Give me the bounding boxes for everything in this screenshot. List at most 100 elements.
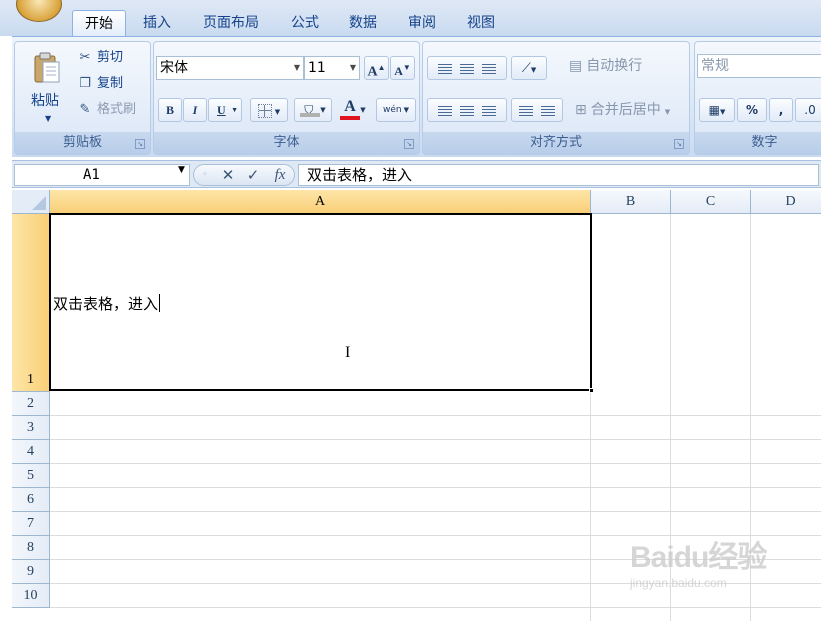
copy-button[interactable]: ❐ 复制 bbox=[77, 74, 123, 94]
clipboard-group: 粘贴 ▼ ✂ 剪切 ❐ 复制 ✎ 格式刷 剪贴板 ↘ bbox=[14, 41, 151, 155]
format-painter-label: 格式刷 bbox=[97, 102, 137, 117]
align-left-icon[interactable] bbox=[438, 105, 452, 116]
tab-data[interactable]: 数据 bbox=[338, 10, 388, 36]
row-header-3[interactable]: 3 bbox=[12, 416, 50, 440]
merge-center-button[interactable]: ⊞ 合并后居中 ▼ bbox=[575, 98, 670, 122]
expand-handle-icon[interactable]: ◦ bbox=[198, 165, 212, 185]
wrap-text-button[interactable]: ▤ 自动换行 bbox=[569, 54, 642, 78]
name-box[interactable]: A1 bbox=[14, 164, 190, 186]
underline-icon: U bbox=[217, 103, 226, 117]
increase-indent-icon[interactable] bbox=[541, 105, 555, 116]
scissors-icon: ✂ bbox=[79, 50, 91, 65]
name-box-dropdown-icon[interactable]: ▼ bbox=[178, 165, 185, 175]
clipboard-dialog-launcher-icon[interactable]: ↘ bbox=[135, 139, 145, 149]
cell-a1-content: 双击表格，进入 bbox=[53, 293, 161, 314]
italic-button[interactable]: I bbox=[183, 98, 207, 122]
formula-input[interactable]: 双击表格，进入 bbox=[298, 164, 819, 186]
row-header-4[interactable]: 4 bbox=[12, 440, 50, 464]
merge-center-label: 合并后居中 bbox=[590, 102, 661, 118]
accounting-format-button[interactable]: ▦▼ bbox=[699, 98, 735, 122]
format-painter-button[interactable]: ✎ 格式刷 bbox=[77, 100, 136, 120]
tab-view[interactable]: 视图 bbox=[456, 10, 506, 36]
paste-button[interactable]: 粘贴 bbox=[31, 90, 59, 110]
chevron-down-icon[interactable]: ▼ bbox=[350, 57, 356, 79]
number-format-combo[interactable]: 常规 bbox=[697, 54, 821, 78]
percent-style-button[interactable]: % bbox=[737, 98, 767, 122]
chevron-down-icon[interactable]: ▼ bbox=[665, 108, 670, 116]
chevron-down-icon[interactable]: ▼ bbox=[531, 66, 536, 74]
column-header-c[interactable]: C bbox=[671, 190, 751, 214]
tab-formulas[interactable]: 公式 bbox=[280, 10, 330, 36]
insert-function-button[interactable]: fx bbox=[268, 165, 292, 185]
font-name-value: 宋体 bbox=[160, 60, 188, 76]
watermark-url: jingyan.baidu.com bbox=[630, 576, 727, 590]
chevron-down-icon[interactable]: ▼ bbox=[720, 108, 725, 116]
gridline bbox=[50, 511, 821, 512]
row-header-1[interactable]: 1 bbox=[12, 214, 50, 392]
tab-page-layout[interactable]: 页面布局 bbox=[190, 10, 272, 36]
row-header-7[interactable]: 7 bbox=[12, 512, 50, 536]
font-name-combo[interactable]: 宋体 ▼ bbox=[156, 56, 304, 80]
phonetic-icon: wén bbox=[383, 105, 402, 115]
align-bottom-icon[interactable] bbox=[482, 63, 496, 74]
row-header-8[interactable]: 8 bbox=[12, 536, 50, 560]
cut-button[interactable]: ✂ 剪切 bbox=[77, 48, 123, 68]
baidu-jingyan-watermark: Baidu经验 jingyan.baidu.com bbox=[630, 532, 767, 590]
ribbon-tab-bar: 开始 插入 页面布局 公式 数据 审阅 视图 bbox=[0, 0, 821, 36]
row-header-6[interactable]: 6 bbox=[12, 488, 50, 512]
alignment-dialog-launcher-icon[interactable]: ↘ bbox=[674, 139, 684, 149]
comma-style-button[interactable]: , bbox=[769, 98, 793, 122]
text-caret bbox=[159, 294, 161, 312]
align-center-icon[interactable] bbox=[460, 105, 474, 116]
chevron-down-icon[interactable]: ▼ bbox=[294, 57, 300, 79]
row-header-2[interactable]: 2 bbox=[12, 392, 50, 416]
chevron-down-icon[interactable]: ▼ bbox=[231, 99, 238, 121]
font-size-combo[interactable]: 11 ▼ bbox=[304, 56, 360, 80]
orientation-icon: ⟋ bbox=[521, 61, 531, 76]
grow-font-button[interactable]: A▲ bbox=[364, 56, 389, 80]
underline-button[interactable]: U ▼ bbox=[208, 98, 242, 122]
office-button[interactable] bbox=[16, 0, 62, 22]
fill-handle[interactable] bbox=[589, 388, 594, 393]
row-header-9[interactable]: 9 bbox=[12, 560, 50, 584]
chevron-down-icon[interactable]: ▼ bbox=[275, 108, 280, 116]
cancel-button[interactable]: ✕ bbox=[218, 165, 238, 185]
chevron-down-icon[interactable]: ▼ bbox=[320, 106, 325, 114]
font-color-swatch bbox=[340, 116, 361, 120]
increase-decimal-button[interactable]: .0 bbox=[795, 98, 821, 122]
font-color-icon: A bbox=[340, 98, 361, 121]
column-header-d[interactable]: D bbox=[751, 190, 821, 214]
alignment-group-label: 对齐方式 bbox=[423, 132, 689, 154]
currency-icon: ▦ bbox=[708, 103, 720, 117]
paste-icon[interactable] bbox=[33, 52, 61, 84]
borders-button[interactable]: ▼ bbox=[250, 98, 288, 122]
cut-label: 剪切 bbox=[97, 50, 124, 65]
fill-color-button[interactable]: ⛉ ▼ bbox=[294, 98, 332, 122]
chevron-down-icon[interactable]: ▼ bbox=[404, 106, 409, 114]
font-color-letter: A bbox=[344, 98, 356, 115]
enter-button[interactable]: ✓ bbox=[242, 165, 264, 185]
select-all-button[interactable] bbox=[12, 190, 50, 214]
align-middle-icon[interactable] bbox=[460, 63, 474, 74]
orientation-button[interactable]: ⟋▼ bbox=[511, 56, 547, 80]
wrap-text-label: 自动换行 bbox=[586, 58, 643, 74]
align-top-icon[interactable] bbox=[438, 63, 452, 74]
chevron-down-icon[interactable]: ▼ bbox=[360, 106, 365, 114]
phonetic-guide-button[interactable]: wén ▼ bbox=[376, 98, 416, 122]
row-header-10[interactable]: 10 bbox=[12, 584, 50, 608]
copy-label: 复制 bbox=[97, 76, 124, 91]
font-color-button[interactable]: A ▼ bbox=[334, 98, 372, 122]
align-right-icon[interactable] bbox=[482, 105, 496, 116]
tab-home[interactable]: 开始 bbox=[72, 10, 126, 36]
tab-review[interactable]: 审阅 bbox=[397, 10, 447, 36]
shrink-font-icon: A bbox=[394, 64, 403, 78]
column-header-b[interactable]: B bbox=[591, 190, 671, 214]
bold-button[interactable]: B bbox=[158, 98, 182, 122]
decrease-indent-icon[interactable] bbox=[519, 105, 533, 116]
column-header-a[interactable]: A bbox=[50, 190, 591, 214]
paste-dropdown-icon[interactable]: ▼ bbox=[45, 114, 51, 123]
tab-insert[interactable]: 插入 bbox=[130, 10, 184, 36]
font-dialog-launcher-icon[interactable]: ↘ bbox=[404, 139, 414, 149]
shrink-font-button[interactable]: A▼ bbox=[390, 56, 415, 80]
row-header-5[interactable]: 5 bbox=[12, 464, 50, 488]
